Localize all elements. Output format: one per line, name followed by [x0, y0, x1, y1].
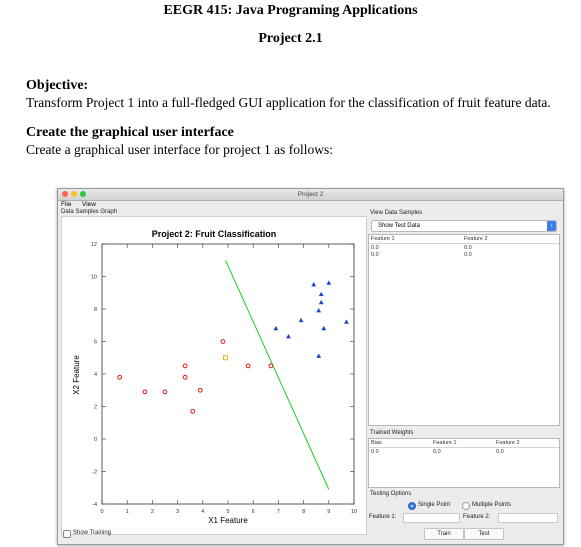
weights-table: Bias Feature 1 Feature 2 0.0 0.0 0.0	[368, 438, 560, 488]
objective-heading: Objective:	[26, 78, 89, 93]
window-title: Project 2	[297, 191, 324, 198]
doc-course-title: EEGR 415: Java Programing Applications	[163, 3, 418, 18]
data-point-triangle	[318, 299, 324, 305]
radio-single-point[interactable]	[408, 502, 416, 510]
x-tick-label: 6	[252, 509, 255, 515]
x-tick-label: 1	[126, 509, 129, 515]
y-tick-label: 0	[94, 437, 97, 443]
radio-multiple-label: Multiple Points	[472, 502, 512, 508]
samples-header-feature2: Feature 2	[464, 236, 488, 242]
graph-panel: Project 2: Fruit Classification X1 Featu…	[61, 216, 367, 535]
x-axis-label: X1 Feature	[208, 516, 248, 525]
data-point-triangle	[344, 319, 349, 324]
view-select[interactable]: Show Test Data ↕	[371, 220, 557, 232]
sample-cell: 0.0	[464, 245, 472, 251]
view-select-value: Show Test Data	[378, 223, 420, 229]
data-point-square	[222, 355, 228, 361]
feature1-input[interactable]	[403, 513, 460, 523]
x-tick-label: 4	[201, 509, 204, 515]
x-tick-label: 5	[226, 509, 229, 515]
radio-single-label: Single Point	[418, 502, 451, 508]
gui-heading: Create the graphical user interface	[26, 125, 234, 140]
gui-text: Create a graphical user interface for pr…	[26, 142, 333, 157]
y-tick-label: 4	[94, 372, 97, 378]
y-tick-label: -4	[92, 502, 97, 508]
graph-panel-label: Data Samples Graph	[61, 209, 118, 215]
y-tick-label: 8	[94, 307, 97, 313]
objective-text: Transform Project 1 into a full-fledged …	[26, 95, 551, 110]
scatter-chart: Project 2: Fruit Classification X1 Featu…	[72, 229, 357, 525]
feature2-label: Feature 2:	[463, 514, 491, 520]
data-point-circle	[117, 374, 123, 380]
weight-cell: 0.0	[496, 449, 504, 455]
x-tick-label: 9	[327, 509, 330, 515]
data-point-circle	[162, 389, 168, 395]
data-point-triangle	[316, 353, 322, 358]
samples-table: Feature 1 Feature 2 0.0 0.0 0.0 0.0	[368, 234, 560, 426]
data-point-triangle	[298, 317, 304, 323]
x-tick-label: 7	[277, 509, 280, 515]
test-button[interactable]: Test	[464, 528, 504, 540]
chevron-updown-icon: ↕	[547, 221, 556, 231]
data-point-triangle	[326, 280, 332, 285]
app-window: Project 2 File View Data Samples Graph P…	[57, 188, 564, 545]
data-point-circle	[182, 374, 188, 380]
y-tick-label: 6	[94, 340, 97, 346]
x-tick-label: 2	[151, 509, 154, 515]
data-point-triangle	[318, 291, 324, 297]
sample-cell: 0.0	[371, 245, 379, 251]
data-point-circle	[268, 363, 274, 369]
show-training-label: Show Training	[73, 530, 112, 536]
y-tick-label: 12	[91, 242, 97, 248]
weights-header-bias: Bias	[371, 440, 382, 446]
feature1-label: Feature 1:	[369, 514, 397, 520]
x-tick-label: 8	[302, 509, 305, 515]
view-panel-label: View Data Samples	[370, 210, 423, 216]
train-button[interactable]: Train	[424, 528, 464, 540]
data-point-circle	[190, 408, 196, 414]
data-point-circle	[220, 339, 226, 344]
menu-view[interactable]: View	[82, 201, 96, 209]
data-point-triangle	[273, 325, 279, 331]
menu-file[interactable]: File	[61, 201, 71, 209]
chart-title: Project 2: Fruit Classification	[152, 229, 277, 239]
doc-project-title: Project 2.1	[258, 31, 323, 46]
samples-header-feature1: Feature 1	[371, 236, 395, 242]
feature2-input[interactable]	[498, 513, 558, 523]
weight-cell: 0.0	[371, 449, 379, 455]
weights-label: Trained Weights	[370, 430, 414, 436]
weights-header-feature2: Feature 2	[496, 440, 520, 446]
data-point-circle	[197, 387, 203, 393]
menu-bar: File View	[58, 201, 563, 209]
data-point-circle	[142, 389, 148, 395]
y-tick-label: -2	[92, 470, 97, 476]
x-tick-label: 3	[176, 509, 179, 515]
sample-cell: 0.0	[464, 252, 472, 258]
x-tick-label: 10	[351, 509, 357, 515]
data-point-triangle	[286, 334, 291, 339]
radio-multiple-points[interactable]	[462, 502, 470, 510]
y-tick-label: 2	[94, 405, 97, 411]
y-axis-label: X2 Feature	[72, 355, 81, 395]
data-point-circle	[245, 363, 251, 369]
decision-boundary-line	[225, 260, 330, 490]
weights-header-feature1: Feature 1	[433, 440, 457, 446]
data-point-triangle	[321, 325, 327, 331]
show-training-checkbox[interactable]	[63, 530, 71, 538]
plot-frame	[101, 243, 355, 505]
testing-label: Testing Options	[370, 491, 412, 497]
sample-cell: 0.0	[371, 252, 379, 258]
data-point-circle	[182, 363, 188, 369]
data-point-triangle	[311, 282, 317, 287]
window-titlebar: Project 2	[58, 189, 563, 201]
x-tick-label: 0	[100, 509, 103, 515]
weight-cell: 0.0	[433, 449, 441, 455]
data-point-triangle	[316, 308, 322, 313]
y-tick-label: 10	[91, 275, 97, 281]
